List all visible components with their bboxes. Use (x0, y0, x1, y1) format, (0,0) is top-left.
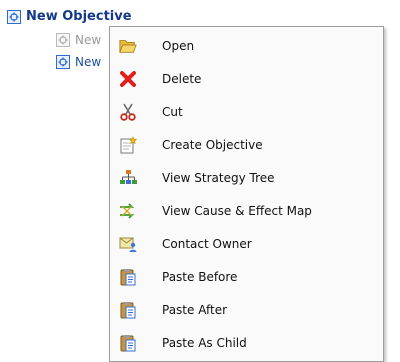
tree-root-label: New Objective (26, 9, 132, 24)
paste-as-child-icon (119, 334, 137, 352)
menu-item-delete[interactable]: Delete (110, 62, 383, 95)
menu-item-cut[interactable]: Cut (110, 95, 383, 128)
menu-item-paste-after[interactable]: Paste After (110, 293, 383, 326)
scissors-icon (119, 103, 137, 121)
menu-item-label: Delete (162, 71, 202, 86)
menu-item-paste-as-child[interactable]: Paste As Child (110, 326, 383, 359)
strategy-tree-icon (119, 169, 137, 187)
menu-item-open[interactable]: Open (110, 29, 383, 62)
tree-root-item[interactable]: New Objective (7, 9, 132, 24)
tree-child-item[interactable]: New (56, 33, 101, 47)
menu-item-view-cause-effect-map[interactable]: View Cause & Effect Map (110, 194, 383, 227)
objective-icon (7, 9, 21, 24)
tree-child-label: New (75, 33, 102, 47)
delete-x-icon (119, 70, 137, 88)
paste-before-icon (119, 268, 137, 286)
objective-icon-disabled (56, 33, 70, 47)
menu-item-label: Cut (162, 104, 183, 119)
menu-item-label: View Strategy Tree (162, 170, 275, 185)
objective-icon (56, 55, 70, 69)
menu-item-view-strategy-tree[interactable]: View Strategy Tree (110, 161, 383, 194)
tree-child-item[interactable]: New (56, 55, 101, 69)
menu-item-label: Paste Before (162, 269, 238, 284)
menu-item-label: Paste After (162, 302, 228, 317)
contact-owner-icon (119, 235, 137, 253)
menu-item-label: Paste As Child (162, 335, 247, 350)
menu-item-contact-owner[interactable]: Contact Owner (110, 227, 383, 260)
folder-open-icon (119, 37, 137, 55)
paste-after-icon (119, 301, 137, 319)
menu-item-label: View Cause & Effect Map (162, 203, 312, 218)
cause-effect-map-icon (119, 202, 137, 220)
context-menu: Open Delete Cut Create Objective View St… (109, 26, 384, 362)
menu-item-label: Contact Owner (162, 236, 252, 251)
menu-item-paste-before[interactable]: Paste Before (110, 260, 383, 293)
menu-item-label: Open (162, 38, 195, 53)
menu-item-label: Create Objective (162, 137, 263, 152)
create-objective-icon (119, 136, 137, 154)
tree-child-label: New (75, 55, 102, 69)
menu-item-create-objective[interactable]: Create Objective (110, 128, 383, 161)
